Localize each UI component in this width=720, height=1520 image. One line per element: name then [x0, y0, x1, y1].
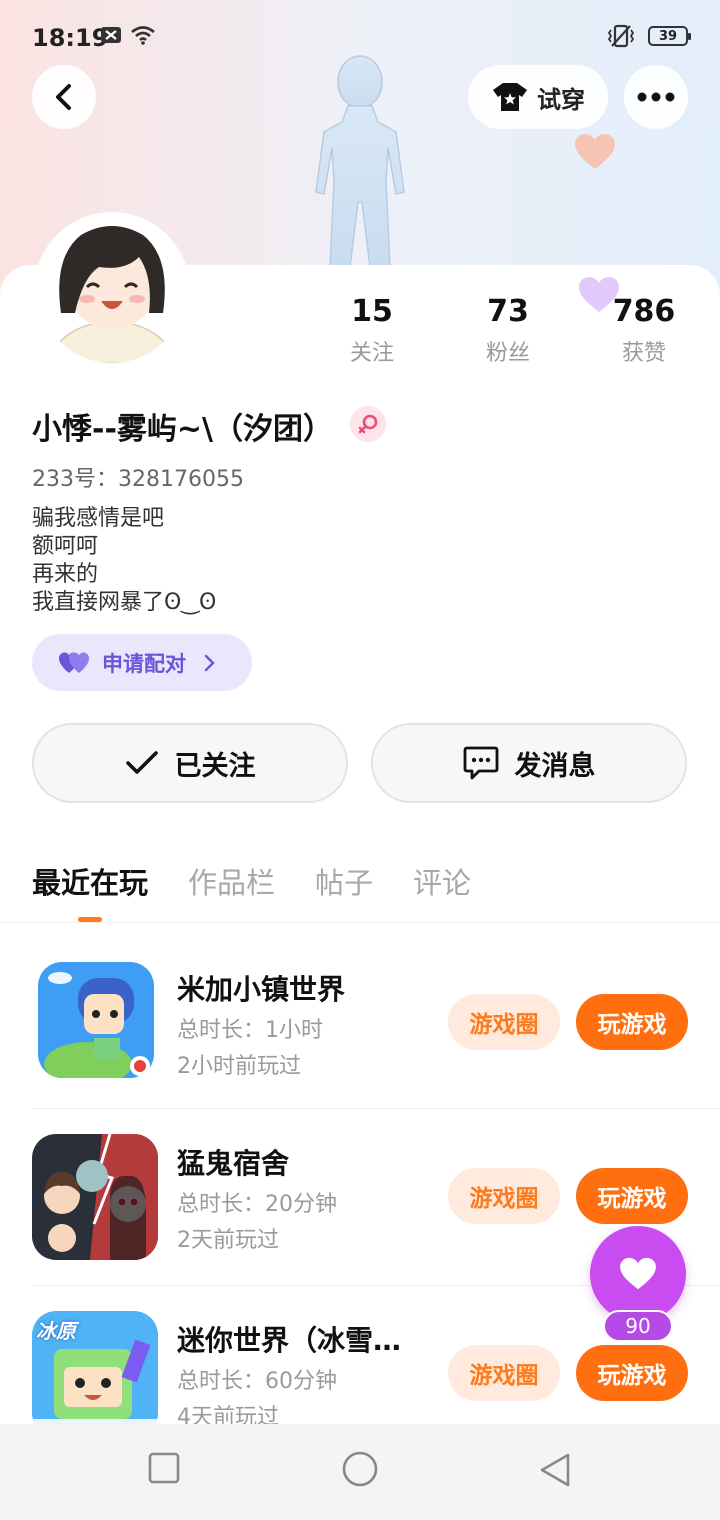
send-message-button[interactable]: 发消息: [371, 723, 687, 803]
double-heart-icon: [59, 652, 89, 673]
avatar-image: [39, 217, 185, 363]
message-bubble-icon: [463, 746, 498, 780]
game-circle-button[interactable]: 游戏圈: [448, 994, 560, 1050]
tab-recently-played[interactable]: 最近在玩: [32, 860, 148, 902]
heart-icon: [620, 1257, 656, 1290]
female-gender-badge: [350, 406, 386, 442]
game-icon-haunted-dorm: [32, 1134, 158, 1260]
fans-label: 粉丝: [485, 341, 530, 366]
stat-following[interactable]: 15 关注: [317, 294, 427, 367]
user-id: 233号：328176055: [32, 467, 244, 492]
username: 小悸--雾屿~\（汐团）: [32, 412, 333, 447]
tab-divider: [0, 922, 720, 923]
bio-line: 我直接网暴了ʘ‿ʘ: [32, 590, 217, 615]
game-last-played: 2天前玩过: [177, 1228, 279, 1253]
user-avatar[interactable]: [34, 212, 190, 368]
stat-fans[interactable]: 73 粉丝: [453, 294, 563, 367]
bio: 骗我感情是吧 额呵呵 再来的 我直接网暴了ʘ‿ʘ: [32, 505, 216, 617]
play-game-button[interactable]: 玩游戏: [576, 1168, 688, 1224]
back-nav-button[interactable]: [538, 1452, 572, 1492]
system-navigation-bar: [0, 1424, 720, 1520]
game-icon-miga: [38, 962, 154, 1078]
try-on-button[interactable]: 试穿: [468, 65, 608, 129]
check-icon: [125, 751, 158, 774]
chevron-right-icon: [204, 654, 215, 671]
request-pair-button[interactable]: 申请配对: [32, 634, 252, 691]
followed-button[interactable]: 已关注: [32, 723, 348, 803]
play-game-button[interactable]: 玩游戏: [576, 994, 688, 1050]
bio-line: 再来的: [32, 562, 99, 587]
fans-count: 73: [487, 294, 529, 329]
game-title: 米加小镇世界: [177, 973, 346, 1006]
game-last-played: 4天前玩过: [177, 1405, 279, 1424]
stat-likes[interactable]: 786 获赞: [589, 294, 699, 367]
game-list-item[interactable]: 米加小镇世界 总时长：1小时 2小时前玩过 游戏圈 玩游戏: [32, 934, 720, 1110]
game-duration: 总时长：1小时: [177, 1018, 323, 1043]
female-icon: [358, 414, 378, 434]
back-button[interactable]: [32, 65, 96, 129]
like-fab-button[interactable]: [590, 1226, 686, 1322]
game-last-played: 2小时前玩过: [177, 1054, 301, 1079]
tab-comments[interactable]: 评论: [413, 860, 471, 902]
following-count: 15: [351, 294, 393, 329]
send-message-label: 发消息: [514, 750, 596, 782]
square-icon: [148, 1452, 180, 1484]
game-title: 猛鬼宿舍: [177, 1147, 290, 1180]
play-game-button[interactable]: 玩游戏: [576, 1345, 688, 1401]
floating-heart-icon: [575, 134, 615, 169]
request-pair-label: 申请配对: [102, 651, 186, 676]
more-dots-icon: [637, 92, 675, 102]
likes-count: 786: [612, 294, 676, 329]
following-label: 关注: [349, 341, 394, 366]
battery-indicator: 39: [648, 26, 691, 46]
profile-tabs: 最近在玩 作品栏 帖子 评论: [32, 860, 471, 902]
triangle-back-icon: [540, 1453, 570, 1487]
bio-line: 骗我感情是吧: [32, 506, 165, 531]
followed-label: 已关注: [174, 750, 256, 782]
home-button[interactable]: [341, 1450, 379, 1492]
notification-icon: [101, 27, 121, 43]
game-circle-button[interactable]: 游戏圈: [448, 1345, 560, 1401]
game-icon-text: 冰原: [36, 1319, 76, 1343]
circle-icon: [342, 1451, 378, 1487]
recent-apps-button[interactable]: [148, 1452, 180, 1488]
more-button[interactable]: [624, 65, 688, 129]
game-duration: 总时长：60分钟: [177, 1369, 337, 1394]
game-icon-mini-world: 冰原: [32, 1311, 158, 1424]
try-on-label: 试穿: [537, 85, 585, 114]
likes-label: 获赞: [621, 341, 666, 366]
bio-line: 额呵呵: [32, 534, 99, 559]
wifi-icon: [131, 26, 155, 45]
vibrate-icon: [607, 24, 635, 48]
chevron-left-icon: [56, 84, 71, 110]
tshirt-icon: [493, 83, 527, 111]
tab-posts[interactable]: 帖子: [315, 860, 373, 902]
status-bar: 18:19 39: [0, 0, 720, 72]
like-count-badge: 90: [603, 1310, 673, 1342]
tab-works[interactable]: 作品栏: [188, 860, 275, 902]
avatar-figure-image: [315, 55, 405, 267]
game-circle-button[interactable]: 游戏圈: [448, 1168, 560, 1224]
game-title: 迷你世界（冰雪奇…: [177, 1324, 427, 1357]
game-duration: 总时长：20分钟: [177, 1192, 337, 1217]
status-time: 18:19: [32, 24, 109, 52]
